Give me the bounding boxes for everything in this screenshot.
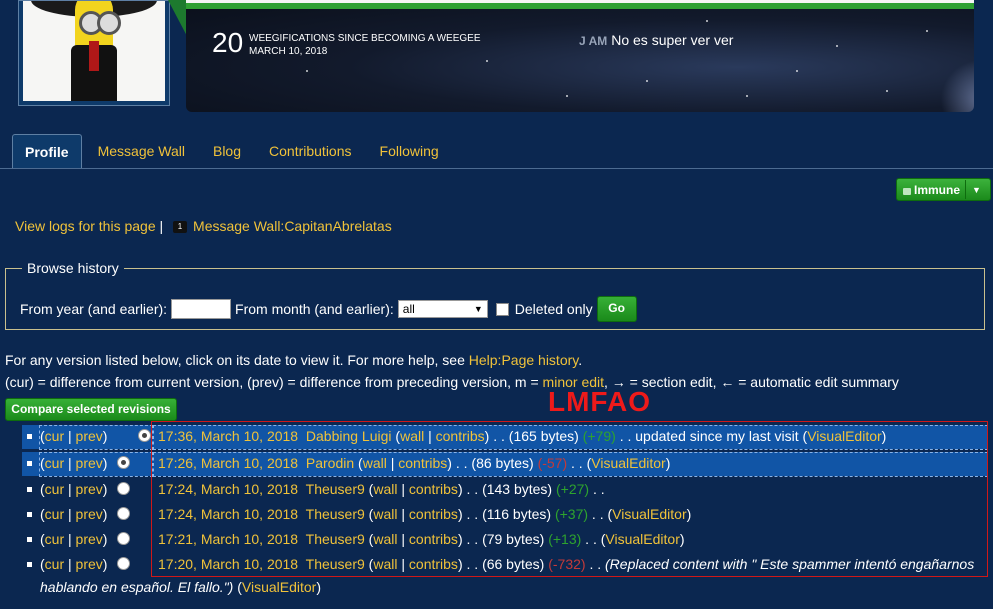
revision-radio[interactable] <box>117 532 130 545</box>
select-arrow-icon: ▼ <box>473 304 483 314</box>
annotation-text: LMFAO <box>548 386 651 417</box>
cur-link[interactable]: cur <box>45 428 64 444</box>
view-logs-link[interactable]: View logs for this page <box>15 218 156 234</box>
bullet <box>27 537 32 542</box>
prev-link[interactable]: prev <box>76 531 103 547</box>
month-label: From month (and earlier): <box>235 301 394 317</box>
logs-separator: | <box>159 218 164 234</box>
weegification-count: 20 <box>212 27 244 58</box>
message-wall-icon: 1 <box>173 221 188 234</box>
tab-blog[interactable]: Blog <box>201 134 253 168</box>
cur-link[interactable]: cur <box>45 506 64 522</box>
cur-link[interactable]: cur <box>45 556 64 572</box>
profile-avatar <box>18 0 170 106</box>
revision-radio[interactable] <box>117 482 130 495</box>
revision-radio[interactable] <box>117 456 130 469</box>
cur-link[interactable]: cur <box>45 481 64 497</box>
banner-top-bar <box>186 0 974 9</box>
help-legend-text: (cur) = difference from current version,… <box>5 374 543 390</box>
summary-continuation-text: hablando en español. El fallo.") <box>40 579 234 595</box>
lock-icon <box>903 188 911 195</box>
revision-summary-continuation: hablando en español. El fallo.") (Visual… <box>40 579 322 595</box>
month-select-value: all <box>402 302 415 316</box>
browse-history-controls: From year (and earlier): From month (and… <box>20 296 637 322</box>
status-text: No es super ver ver <box>611 32 734 48</box>
protection-button[interactable]: Immune ▼ <box>896 178 991 201</box>
weegification-label: WEEGIFICATIONS SINCE BECOMING A WEEGEE M… <box>249 32 481 58</box>
browse-history-legend: Browse history <box>22 260 124 276</box>
avatar-tie <box>89 41 99 71</box>
prev-link[interactable]: prev <box>76 556 103 572</box>
tabs-divider <box>0 168 993 169</box>
deleted-only-label: Deleted only <box>514 301 593 317</box>
chevron-down-icon[interactable]: ▼ <box>972 185 981 195</box>
profile-tabs: Profile Message Wall Blog Contributions … <box>12 134 455 169</box>
tab-profile[interactable]: Profile <box>12 134 82 169</box>
revision-radio[interactable] <box>138 429 151 442</box>
profile-banner: 20 WEEGIFICATIONS SINCE BECOMING A WEEGE… <box>186 0 974 112</box>
status-message: J AM No es super ver ver <box>579 32 733 48</box>
compare-revisions-button[interactable]: Compare selected revisions <box>5 398 177 421</box>
weegification-label-text: WEEGIFICATIONS SINCE BECOMING A WEEGEE <box>249 33 481 44</box>
go-button[interactable]: Go <box>596 296 637 322</box>
deleted-only-checkbox[interactable] <box>495 302 509 316</box>
logs-line: View logs for this page | 1 Message Wall:… <box>15 218 392 234</box>
prev-link[interactable]: prev <box>76 428 103 444</box>
prev-link[interactable]: prev <box>76 481 103 497</box>
cur-link[interactable]: cur <box>45 455 64 471</box>
status-author: J AM <box>579 34 608 48</box>
highlight-box <box>151 421 988 577</box>
year-label: From year (and earlier): <box>20 301 168 317</box>
history-help-text: For any version listed below, click on i… <box>5 352 899 390</box>
bullet <box>27 562 32 567</box>
help-intro: For any version listed below, click on i… <box>5 352 469 368</box>
avatar-image <box>23 1 165 101</box>
revision-radio[interactable] <box>117 557 130 570</box>
prev-link[interactable]: prev <box>76 506 103 522</box>
bullet <box>27 461 32 466</box>
bullet <box>27 434 32 439</box>
year-input[interactable] <box>171 299 232 319</box>
bullet <box>27 512 32 517</box>
avatar-eye-right <box>97 11 121 35</box>
weegification-date: MARCH 10, 2018 <box>249 46 328 57</box>
month-select[interactable]: all ▼ <box>397 300 488 318</box>
prev-link[interactable]: prev <box>76 455 103 471</box>
revision-tag-link[interactable]: VisualEditor <box>242 579 316 595</box>
revision-radio[interactable] <box>117 507 130 520</box>
message-wall-link[interactable]: Message Wall:CapitanAbrelatas <box>193 218 392 234</box>
browse-history-fieldset: Browse history From year (and earlier): … <box>5 260 985 330</box>
cur-link[interactable]: cur <box>45 531 64 547</box>
tab-following[interactable]: Following <box>368 134 451 168</box>
tab-contributions[interactable]: Contributions <box>257 134 364 168</box>
protection-label: Immune <box>914 182 961 197</box>
help-page-history-link[interactable]: Help:Page history <box>469 352 578 368</box>
banner-ribbon <box>168 0 188 38</box>
bullet <box>27 487 32 492</box>
tab-message-wall[interactable]: Message Wall <box>86 134 197 168</box>
